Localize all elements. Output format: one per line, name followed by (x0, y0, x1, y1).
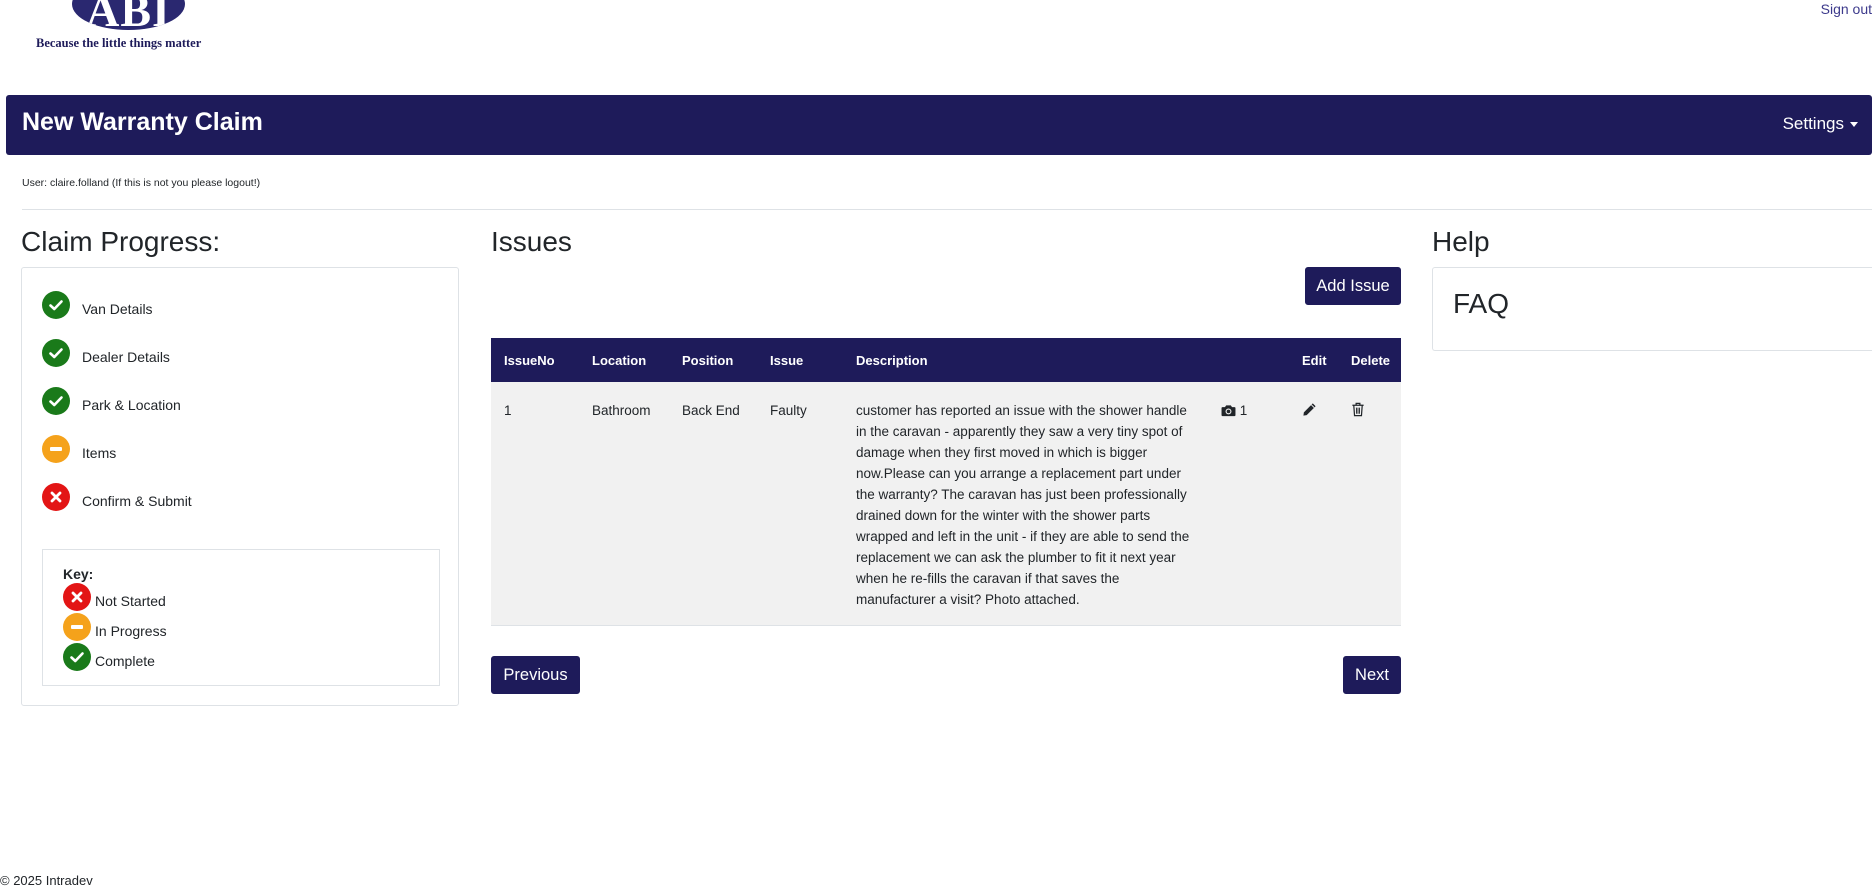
photo-count: 1 (1239, 403, 1248, 418)
header-bar: New Warranty Claim Settings (6, 95, 1872, 155)
key-item-complete: Complete (63, 643, 155, 671)
logo-text: ABI (86, 0, 171, 30)
previous-button[interactable]: Previous (491, 656, 580, 694)
progress-step-label: Confirm & Submit (82, 493, 192, 509)
trash-icon[interactable] (1351, 402, 1365, 423)
settings-dropdown[interactable]: Settings (1783, 114, 1858, 134)
cell-edit (1289, 382, 1338, 626)
check-circle-icon (42, 291, 70, 319)
issues-table: IssueNo Location Position Issue Descript… (491, 338, 1401, 626)
check-circle-icon (63, 643, 91, 671)
camera-icon[interactable] (1221, 402, 1236, 423)
status-key: Key: Not Started In Progress Complete (42, 549, 440, 686)
column-header-description: Description (843, 338, 1208, 382)
cell-position: Back End (669, 382, 757, 626)
check-circle-icon (42, 339, 70, 367)
column-header-issue: Issue (757, 338, 843, 382)
claim-progress-card: Van Details Dealer Details Park & Locati… (21, 267, 459, 706)
column-header-delete: Delete (1338, 338, 1401, 382)
divider (22, 209, 1872, 210)
settings-label: Settings (1782, 114, 1844, 133)
issues-title: Issues (491, 226, 572, 257)
page-title: New Warranty Claim (22, 108, 263, 136)
progress-step-items: Items (42, 434, 116, 464)
column-header-edit: Edit (1289, 338, 1338, 382)
table-header-row: IssueNo Location Position Issue Descript… (491, 338, 1401, 382)
key-item-in-progress: In Progress (63, 613, 167, 641)
minus-circle-icon (63, 613, 91, 641)
add-issue-button[interactable]: Add Issue (1305, 267, 1401, 305)
logo-tagline: Because the little things matter (36, 36, 202, 50)
progress-step-label: Dealer Details (82, 349, 170, 365)
progress-step-label: Items (82, 445, 117, 461)
claim-progress-title: Claim Progress: (21, 226, 221, 257)
key-item-label: Complete (95, 653, 155, 669)
help-card: FAQ (1432, 267, 1872, 351)
progress-step-van-details: Van Details (42, 290, 153, 320)
cell-photos[interactable]: 1 (1208, 382, 1289, 626)
progress-step-label: Park & Location (82, 397, 181, 413)
footer-copyright: © 2025 Intradev (0, 873, 93, 888)
sign-out-link[interactable]: Sign out (1821, 1, 1872, 17)
x-circle-icon (42, 483, 70, 511)
progress-step-dealer-details: Dealer Details (42, 338, 170, 368)
key-item-label: In Progress (95, 623, 167, 639)
pencil-icon[interactable] (1302, 402, 1317, 423)
cell-issue: Faulty (757, 382, 843, 626)
cell-location: Bathroom (579, 382, 669, 626)
user-info: User: claire.folland (If this is not you… (22, 177, 261, 189)
cell-description: customer has reported an issue with the … (843, 382, 1208, 626)
key-item-label: Not Started (95, 593, 166, 609)
caret-down-icon (1850, 122, 1858, 128)
key-title: Key: (63, 566, 94, 582)
next-button[interactable]: Next (1343, 656, 1401, 694)
cell-issue-no: 1 (491, 382, 579, 626)
column-header-position: Position (669, 338, 757, 382)
progress-step-label: Van Details (82, 301, 153, 317)
column-header-issue-no: IssueNo (491, 338, 579, 382)
column-header-photos (1208, 338, 1289, 382)
logo-oval: ABI (72, 0, 185, 30)
company-logo: ABI Because the little things matter (36, 0, 236, 54)
column-header-location: Location (579, 338, 669, 382)
cell-delete (1338, 382, 1401, 626)
x-circle-icon (63, 583, 91, 611)
progress-step-confirm-submit: Confirm & Submit (42, 482, 192, 512)
minus-circle-icon (42, 435, 70, 463)
check-circle-icon (42, 387, 70, 415)
faq-heading[interactable]: FAQ (1453, 288, 1509, 320)
table-row: 1 Bathroom Back End Faulty customer has … (491, 382, 1401, 626)
key-item-not-started: Not Started (63, 583, 166, 611)
help-title: Help (1432, 226, 1490, 257)
progress-step-park-location: Park & Location (42, 386, 181, 416)
